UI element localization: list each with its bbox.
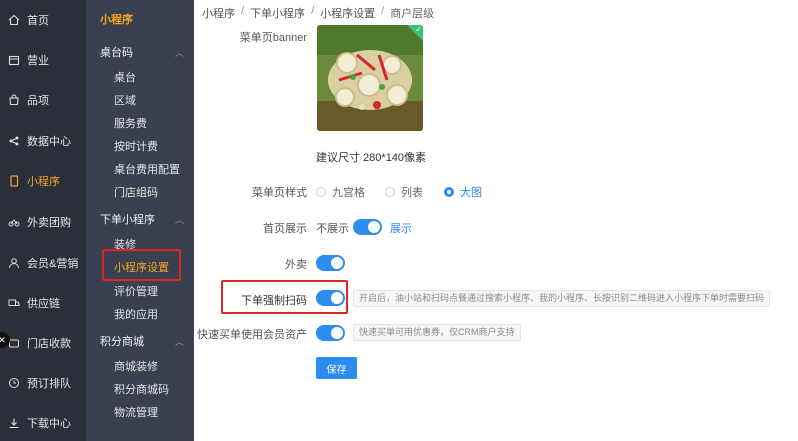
nav-item-download[interactable]: 下载中心 bbox=[0, 411, 86, 435]
style-label: 菜单页样式 bbox=[252, 187, 307, 199]
sub-group-order-mini-program[interactable]: 下单小程序 ︿ bbox=[100, 211, 184, 227]
nav-item-member[interactable]: 会员&营销 bbox=[0, 251, 86, 275]
nav-item-label: 营业 bbox=[27, 55, 49, 67]
close-icon: ✕ bbox=[0, 334, 6, 345]
takeout-switch[interactable] bbox=[316, 255, 345, 271]
nav-item-label: 首页 bbox=[27, 15, 49, 27]
breadcrumb-current: 商户层级 bbox=[390, 8, 435, 20]
sub-item-store-group-code[interactable]: 门店组码 bbox=[114, 184, 158, 200]
member-assets-label: 快速买单使用会员资产 bbox=[197, 329, 307, 341]
style-option-grid[interactable]: 九宫格 bbox=[316, 184, 365, 200]
chevron-up-icon: ︿ bbox=[174, 47, 184, 58]
force-scan-tip: 开启后，油小站和扫码点餐通过搜索小程序、我的小程序、长按识别二维码进入小程序下单… bbox=[353, 290, 771, 307]
banner-image[interactable]: ✓ bbox=[317, 25, 423, 131]
radio-dot-icon bbox=[316, 187, 326, 197]
nav-item-label: 数据中心 bbox=[27, 136, 71, 148]
truck-icon bbox=[8, 297, 20, 309]
banner-size-hint: 建议尺寸 280*140像素 bbox=[316, 152, 427, 164]
takeout-label: 外卖 bbox=[285, 259, 307, 271]
nav-item-store-payment[interactable]: 门店收款 bbox=[0, 331, 86, 355]
nav-item-label: 下载中心 bbox=[27, 418, 71, 430]
sub-nav-title: 小程序 bbox=[100, 14, 133, 26]
nav-item-label: 会员&营销 bbox=[27, 258, 79, 270]
clock-icon bbox=[8, 377, 20, 389]
member-assets-tip: 快速买单可用优惠券，仅CRM商户支持 bbox=[353, 324, 521, 341]
sub-group-table-code[interactable]: 桌台码 ︿ bbox=[100, 44, 184, 60]
highlight-box-settings bbox=[102, 249, 181, 281]
chevron-up-icon: ︿ bbox=[174, 214, 184, 225]
main-content: 小程序 / 下单小程序 / 小程序设置 / 商户层级 菜单页banner ✓ 建议尺寸… bbox=[194, 0, 798, 441]
nav-item-business[interactable]: 营业 bbox=[0, 48, 86, 72]
sub-group-label: 桌台码 bbox=[100, 47, 133, 59]
nav-item-reservation[interactable]: 预订排队 bbox=[0, 371, 86, 395]
phone-icon bbox=[8, 175, 20, 187]
nav-item-home[interactable]: 首页 bbox=[0, 8, 86, 32]
radio-label: 列表 bbox=[401, 187, 423, 199]
style-option-large-image[interactable]: 大图 bbox=[444, 184, 482, 200]
nav-item-label: 门店收款 bbox=[27, 338, 71, 350]
highlight-box-force-scan bbox=[221, 280, 348, 314]
sub-item-table[interactable]: 桌台 bbox=[114, 69, 136, 85]
breadcrumb-item[interactable]: 小程序 bbox=[202, 5, 235, 21]
nav-item-supply-chain[interactable]: 供应链 bbox=[0, 291, 86, 315]
sub-item-hourly-billing[interactable]: 按时计费 bbox=[114, 138, 158, 154]
breadcrumb-item[interactable]: 小程序设置 bbox=[320, 5, 375, 21]
sub-item-mall-decoration[interactable]: 商城装修 bbox=[114, 358, 158, 374]
main-nav: 首页 营业 品项 数据中心 小程序 外卖团购 会员&营销 供应链 门店收款 预订… bbox=[0, 0, 86, 441]
sub-item-logistics[interactable]: 物流管理 bbox=[114, 404, 158, 420]
nav-item-products[interactable]: 品项 bbox=[0, 88, 86, 112]
sub-group-points-mall[interactable]: 积分商城 ︿ bbox=[100, 333, 184, 349]
nav-item-label: 预订排队 bbox=[27, 378, 71, 390]
bag-icon bbox=[8, 94, 20, 106]
radio-label: 大图 bbox=[460, 187, 482, 199]
download-icon bbox=[8, 417, 20, 429]
home-on-label: 展示 bbox=[390, 223, 412, 235]
nav-item-mini-program[interactable]: 小程序 bbox=[0, 169, 86, 193]
selected-check-icon: ✓ bbox=[407, 25, 423, 41]
breadcrumb-item[interactable]: 下单小程序 bbox=[250, 5, 305, 21]
sub-group-label: 下单小程序 bbox=[100, 214, 155, 226]
banner-label: 菜单页banner bbox=[239, 32, 307, 44]
bike-icon bbox=[8, 216, 20, 228]
sub-item-service-fee[interactable]: 服务费 bbox=[114, 115, 147, 131]
nav-item-takeout[interactable]: 外卖团购 bbox=[0, 210, 86, 234]
radio-dot-icon bbox=[444, 187, 454, 197]
user-icon bbox=[8, 257, 20, 269]
nav-item-label: 小程序 bbox=[27, 176, 60, 188]
sub-item-area[interactable]: 区域 bbox=[114, 92, 136, 108]
calendar-icon bbox=[8, 54, 20, 66]
nav-item-label: 品项 bbox=[27, 95, 49, 107]
nav-item-label: 供应链 bbox=[27, 298, 60, 310]
nav-item-label: 外卖团购 bbox=[27, 217, 71, 229]
share-icon bbox=[8, 135, 20, 147]
chevron-up-icon: ︿ bbox=[174, 336, 184, 347]
home-off-label: 不展示 bbox=[316, 223, 349, 235]
home-display-label: 首页展示 bbox=[263, 223, 307, 235]
nav-item-data-center[interactable]: 数据中心 bbox=[0, 129, 86, 153]
sub-group-label: 积分商城 bbox=[100, 336, 144, 348]
radio-dot-icon bbox=[385, 187, 395, 197]
breadcrumb: 小程序 / 下单小程序 / 小程序设置 / 商户层级 bbox=[202, 5, 435, 21]
save-button[interactable]: 保存 bbox=[316, 357, 357, 379]
member-assets-switch[interactable] bbox=[316, 325, 345, 341]
home-icon bbox=[8, 14, 20, 26]
style-option-list[interactable]: 列表 bbox=[385, 184, 423, 200]
sub-nav: 小程序 桌台码 ︿ 桌台 区域 服务费 按时计费 桌台费用配置 门店组码 下单小程… bbox=[86, 0, 194, 441]
sub-item-points-mall-code[interactable]: 积分商城码 bbox=[114, 381, 169, 397]
sub-item-review-management[interactable]: 评价管理 bbox=[114, 283, 158, 299]
sub-item-table-fee-config[interactable]: 桌台费用配置 bbox=[114, 161, 180, 177]
home-display-switch[interactable] bbox=[353, 219, 382, 235]
radio-label: 九宫格 bbox=[332, 187, 365, 199]
sub-item-my-apps[interactable]: 我的应用 bbox=[114, 306, 158, 322]
